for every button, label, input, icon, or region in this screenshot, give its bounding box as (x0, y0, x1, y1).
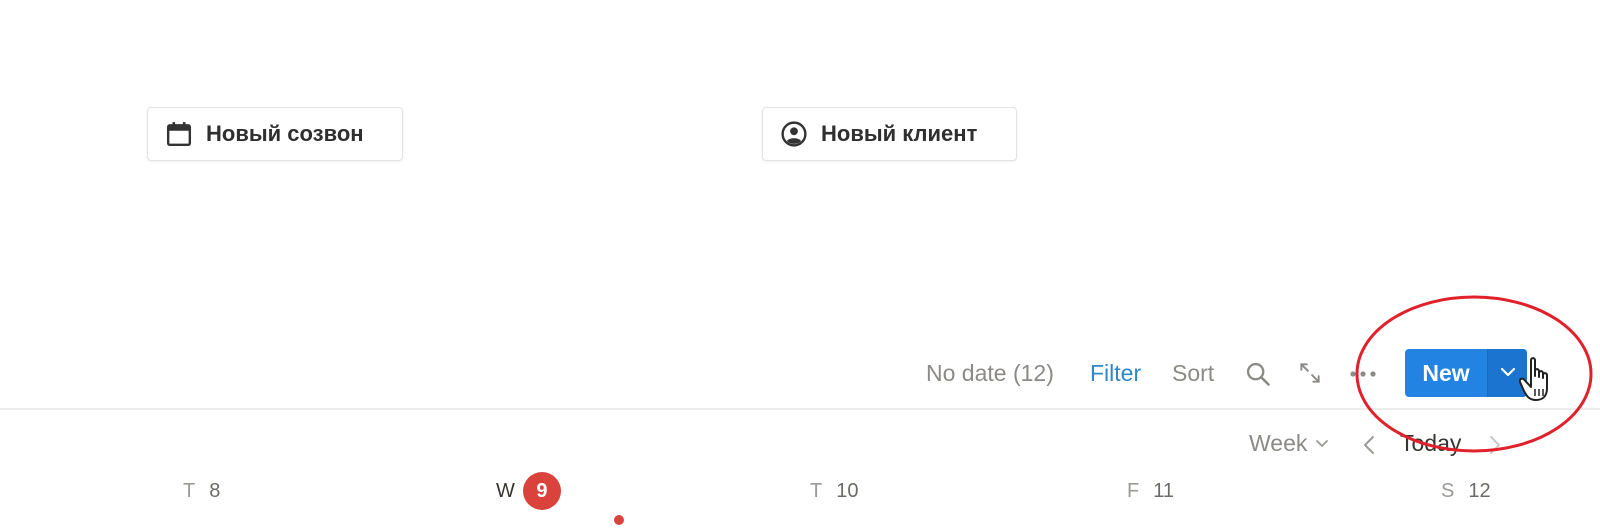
no-date-button[interactable]: No date (12) (926, 358, 1054, 388)
chevron-right-icon (1490, 436, 1500, 454)
current-time-indicator (614, 515, 624, 525)
template-button-label: Новый созвон (206, 121, 364, 146)
next-week-button[interactable] (1488, 434, 1502, 461)
database-toolbar: No date (12) Filter Sort (0, 346, 1600, 402)
chevron-down-icon (1500, 364, 1516, 382)
sort-button[interactable]: Sort (1172, 358, 1214, 388)
new-button-group: New (1405, 349, 1527, 397)
today-day-number: 9 (522, 472, 561, 510)
today-button[interactable]: Today (1400, 430, 1461, 457)
day-header: T 10 (810, 472, 858, 510)
new-button[interactable]: New (1405, 349, 1487, 397)
day-header: S 12 (1441, 472, 1491, 510)
expand-icon[interactable] (1297, 360, 1323, 391)
template-button-label: Новый клиент (821, 121, 978, 146)
day-of-week: T (183, 479, 196, 502)
more-icon[interactable] (1349, 366, 1377, 384)
calendar-nav: Week Today (0, 428, 1600, 464)
day-number: 10 (836, 479, 859, 502)
new-client-template-button[interactable]: Новый клиент (762, 107, 1017, 161)
day-header-today: W 9 (496, 472, 561, 510)
prev-week-button[interactable] (1362, 434, 1376, 461)
new-call-template-button[interactable]: Новый созвон (147, 107, 403, 161)
hand-cursor-icon (1519, 357, 1548, 401)
week-day-headers: T 8 W 9 T 10 F 11 S 12 (0, 472, 1600, 512)
day-header: T 8 (183, 472, 220, 510)
day-of-week: T (810, 479, 823, 502)
day-of-week: F (1127, 479, 1140, 502)
day-number: 8 (209, 479, 221, 502)
user-circle-icon (781, 121, 807, 147)
day-of-week: W (496, 479, 515, 502)
search-icon[interactable] (1244, 360, 1272, 393)
day-of-week: S (1441, 479, 1455, 502)
day-number: 12 (1468, 479, 1491, 502)
chevron-left-icon (1364, 436, 1374, 454)
filter-button[interactable]: Filter (1090, 358, 1141, 388)
calendar-icon (166, 121, 192, 147)
chevron-down-icon (1316, 439, 1329, 447)
view-selector-label: Week (1249, 430, 1308, 456)
view-selector[interactable]: Week (1249, 430, 1329, 457)
day-number: 11 (1153, 479, 1174, 502)
day-header: F 11 (1127, 472, 1174, 510)
toolbar-divider (0, 408, 1600, 410)
